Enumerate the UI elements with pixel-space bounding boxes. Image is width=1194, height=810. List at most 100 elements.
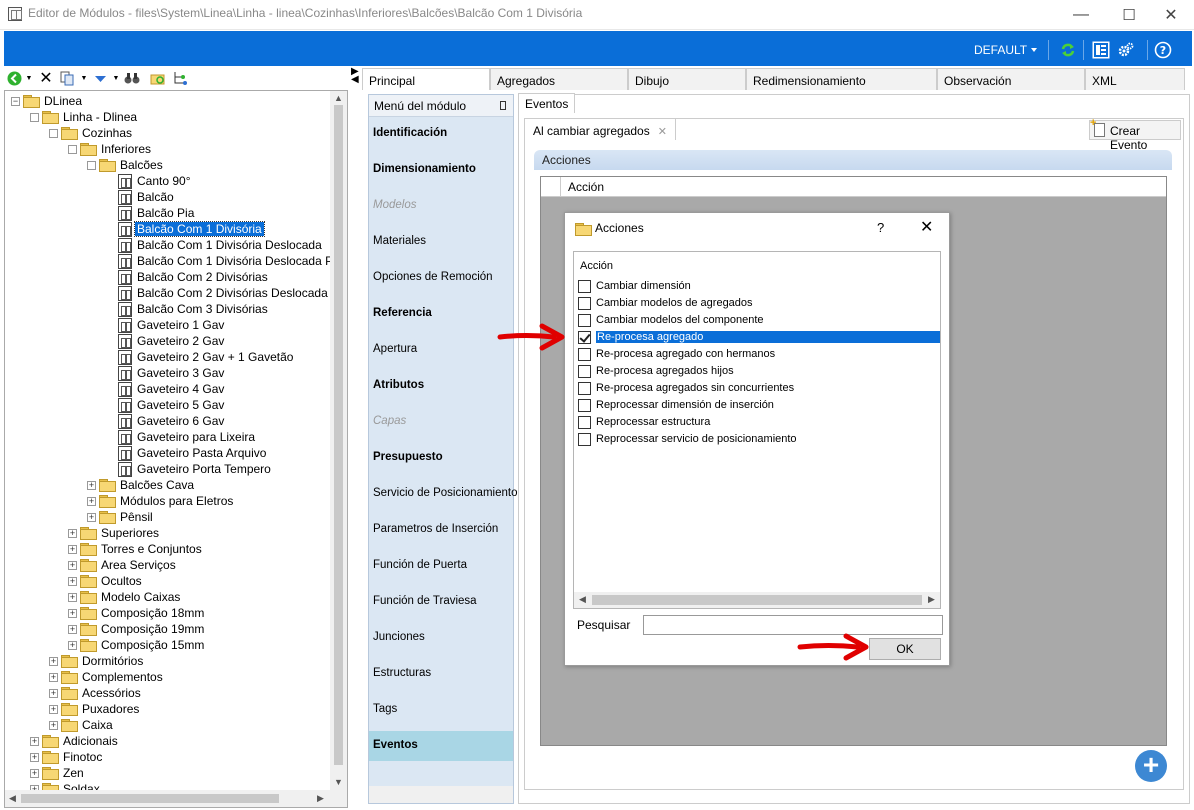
create-event-button[interactable]: Crear Evento bbox=[1089, 117, 1181, 152]
tree-item[interactable]: + Adicionais bbox=[30, 733, 120, 749]
scroll-left-icon[interactable]: ◀ bbox=[579, 594, 586, 605]
scroll-right-icon[interactable]: ▶ bbox=[928, 594, 935, 605]
menu-item-apertura[interactable]: Apertura bbox=[369, 335, 513, 365]
tree-item[interactable]: Gaveteiro 2 Gav bbox=[106, 333, 226, 349]
menu-item-referencia[interactable]: Referencia bbox=[369, 299, 513, 329]
expand-icon[interactable]: + bbox=[30, 768, 39, 778]
find-icon[interactable] bbox=[124, 70, 140, 86]
tree-item[interactable]: + Superiores bbox=[68, 525, 161, 541]
expand-icon[interactable]: + bbox=[68, 576, 77, 586]
dropdown-icon[interactable]: ▼ bbox=[76, 70, 92, 86]
dropdown-icon[interactable]: ▼ bbox=[21, 70, 37, 86]
refresh-icon[interactable] bbox=[1059, 41, 1077, 59]
tree-structure-icon[interactable] bbox=[172, 70, 188, 86]
menu-item-dimensionamiento[interactable]: Dimensionamiento bbox=[369, 155, 513, 185]
expand-icon[interactable]: + bbox=[87, 512, 96, 522]
menu-item-atributos[interactable]: Atributos bbox=[369, 371, 513, 401]
tree-item[interactable]: Balcão Com 1 Divisória bbox=[106, 221, 265, 237]
tree-horizontal-scrollbar[interactable]: ◀ ▶ bbox=[5, 790, 347, 807]
tree-item[interactable]: + Acessórios bbox=[49, 685, 143, 701]
action-option[interactable]: Re-procesa agregado con hermanos bbox=[578, 346, 940, 362]
menu-item-identificaci-n[interactable]: Identificación bbox=[369, 119, 513, 149]
move-icon[interactable] bbox=[92, 70, 108, 86]
tree-item[interactable]: Gaveteiro para Lixeira bbox=[106, 429, 257, 445]
action-option[interactable]: Cambiar modelos de agregados bbox=[578, 295, 940, 311]
tree-item[interactable]: + Puxadores bbox=[49, 701, 141, 717]
menu-item-presupuesto[interactable]: Presupuesto bbox=[369, 443, 513, 473]
maximize-button[interactable]: ☐ bbox=[1106, 0, 1152, 30]
expand-icon[interactable]: + bbox=[68, 592, 77, 602]
menu-item-estructuras[interactable]: Estructuras bbox=[369, 659, 513, 689]
action-option[interactable]: Reprocessar servicio de posicionamiento bbox=[578, 431, 940, 447]
expand-icon[interactable]: + bbox=[30, 736, 39, 746]
action-option[interactable]: Cambiar dimensión bbox=[578, 278, 940, 294]
checkbox[interactable] bbox=[578, 313, 591, 327]
checkbox[interactable] bbox=[578, 364, 591, 378]
tree-item[interactable]: + Zen bbox=[30, 765, 86, 781]
tree-item[interactable]: Balcões bbox=[87, 157, 165, 173]
scroll-down-icon[interactable]: ▼ bbox=[334, 777, 343, 787]
action-option[interactable]: Cambiar modelos del componente bbox=[578, 312, 940, 328]
tab-observaci-n[interactable]: Observación bbox=[937, 68, 1085, 90]
tab-xml[interactable]: XML bbox=[1085, 68, 1185, 90]
collapse-icon[interactable] bbox=[68, 144, 77, 154]
ok-button[interactable]: OK bbox=[869, 638, 941, 660]
actions-list[interactable]: Acción ◀ ▶ Cambiar dimensión Cambiar mode… bbox=[573, 251, 941, 609]
close-button[interactable]: ✕ bbox=[1148, 0, 1194, 30]
checkbox[interactable] bbox=[578, 398, 591, 412]
expand-icon[interactable]: + bbox=[68, 608, 77, 618]
tree-item[interactable]: + Composição 18mm bbox=[68, 605, 206, 621]
profile-dropdown[interactable]: DEFAULT bbox=[974, 43, 1027, 57]
scroll-thumb[interactable] bbox=[334, 105, 343, 765]
menu-item-funci-n-de-traviesa[interactable]: Función de Traviesa bbox=[369, 587, 513, 617]
list-horizontal-scrollbar[interactable]: ◀ ▶ bbox=[574, 592, 940, 608]
delete-icon[interactable]: ✕ bbox=[38, 70, 54, 87]
settings-gears-icon[interactable] bbox=[1117, 41, 1135, 59]
back-icon[interactable] bbox=[6, 70, 22, 86]
tree-item[interactable]: + Modelo Caixas bbox=[68, 589, 182, 605]
expand-icon[interactable]: + bbox=[87, 496, 96, 506]
refresh-folder-icon[interactable] bbox=[150, 70, 166, 86]
dropdown-icon[interactable]: ▼ bbox=[108, 70, 124, 86]
tree-item[interactable]: Balcão Com 3 Divisórias bbox=[106, 301, 270, 317]
expand-icon[interactable]: + bbox=[68, 624, 77, 634]
tab-redimensionamiento[interactable]: Redimensionamiento bbox=[746, 68, 937, 90]
menu-item-opciones-de-remoci-n[interactable]: Opciones de Remoción bbox=[369, 263, 513, 293]
menu-item-parametros-de-inserci-n[interactable]: Parametros de Inserción bbox=[369, 515, 513, 545]
tree-item[interactable]: Balcão Com 1 Divisória Deslocada Pe bbox=[106, 253, 342, 269]
search-input[interactable] bbox=[643, 615, 943, 635]
menu-horizontal-scrollbar[interactable] bbox=[369, 786, 513, 803]
menu-item-eventos[interactable]: Eventos bbox=[369, 731, 513, 761]
action-option[interactable]: Reprocessar estructura bbox=[578, 414, 940, 430]
tree-item[interactable]: Balcão Com 2 Divisórias bbox=[106, 269, 270, 285]
tree-item[interactable]: + Caixa bbox=[49, 717, 115, 733]
tab-al-cambiar-agregados[interactable]: Al cambiar agregados ✕ bbox=[524, 118, 676, 140]
tree-item[interactable]: Gaveteiro 6 Gav bbox=[106, 413, 226, 429]
add-action-button[interactable]: + bbox=[1135, 750, 1167, 782]
tree-item[interactable]: Cozinhas bbox=[49, 125, 134, 141]
tree-item[interactable]: + Area Serviços bbox=[68, 557, 178, 573]
tree-item[interactable]: Gaveteiro 5 Gav bbox=[106, 397, 226, 413]
scroll-up-icon[interactable]: ▲ bbox=[334, 93, 343, 103]
module-tree[interactable]: + Soldax + Zen + Finotoc + Adicionais + Caixa + Pux… bbox=[4, 90, 348, 808]
collapse-icon[interactable] bbox=[30, 112, 39, 122]
pin-icon[interactable] bbox=[500, 101, 506, 110]
help-icon[interactable]: ? bbox=[1154, 41, 1172, 59]
action-option[interactable]: Re-procesa agregados sin concurrientes bbox=[578, 380, 940, 396]
copy-icon[interactable] bbox=[59, 70, 75, 86]
tree-item[interactable]: + Composição 15mm bbox=[68, 637, 206, 653]
collapse-panel-icon[interactable]: ▶ ◀ bbox=[351, 67, 359, 85]
menu-item-tags[interactable]: Tags bbox=[369, 695, 513, 725]
collapse-icon[interactable] bbox=[49, 128, 58, 138]
expand-icon[interactable]: + bbox=[87, 480, 96, 490]
expand-icon[interactable]: + bbox=[49, 704, 58, 714]
tab-agregados[interactable]: Agregados bbox=[490, 68, 628, 90]
expand-icon[interactable]: + bbox=[68, 544, 77, 554]
panel-layout-icon[interactable] bbox=[1092, 41, 1110, 59]
tab-eventos[interactable]: Eventos bbox=[518, 93, 576, 113]
collapse-icon[interactable] bbox=[87, 160, 96, 170]
tree-item[interactable]: Linha - Dlinea bbox=[30, 109, 139, 125]
menu-item-funci-n-de-puerta[interactable]: Función de Puerta bbox=[369, 551, 513, 581]
scroll-right-icon[interactable]: ▶ bbox=[317, 793, 324, 804]
tree-item[interactable]: − DLinea bbox=[11, 93, 84, 109]
